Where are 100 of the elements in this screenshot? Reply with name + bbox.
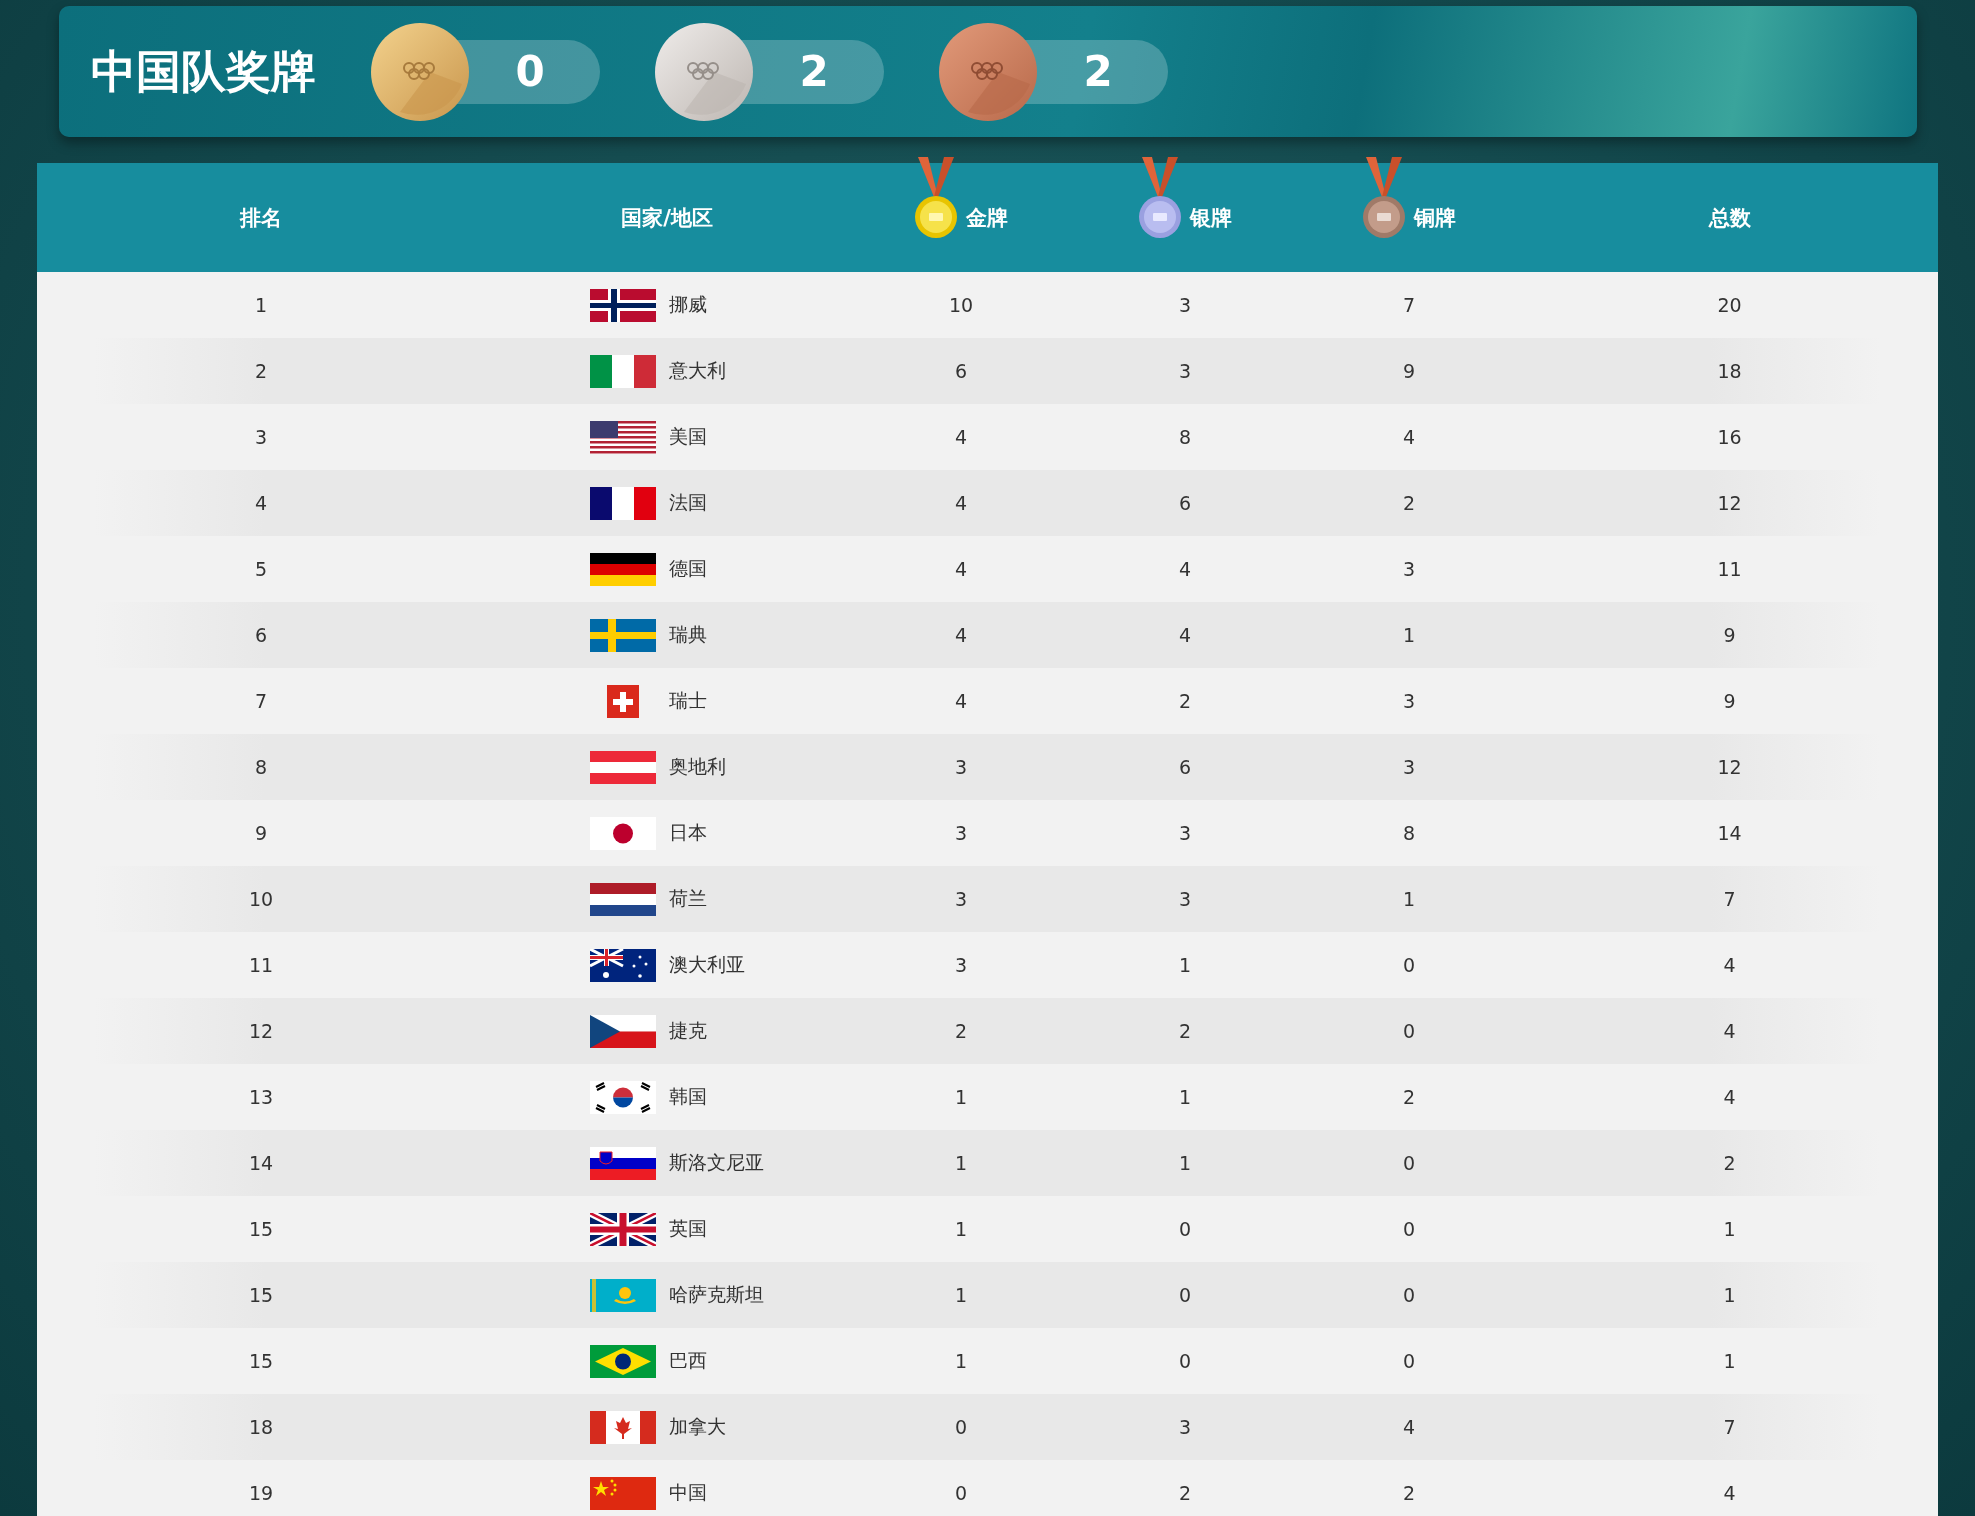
medal-count-cell-text: 4 [953, 426, 969, 448]
medal-icon [654, 21, 754, 122]
medal-icon [1138, 156, 1182, 239]
country-name: 法国 [669, 490, 707, 515]
total-cell-text: 1 [1722, 1284, 1737, 1306]
rank-cell-text: 7 [253, 690, 269, 712]
medal-count-cell-text: 3 [1177, 360, 1193, 382]
country-name: 中国 [669, 1480, 707, 1505]
column-header: 金牌 [966, 204, 1008, 232]
rank-cell-text: 1 [253, 294, 269, 316]
country-name: 挪威 [669, 292, 707, 317]
medal-count-cell-text: 3 [953, 888, 969, 910]
flag-icon [590, 1344, 656, 1378]
medal-count-cell-text: 0 [1401, 1152, 1417, 1174]
medal-count-cell-text: 1 [953, 1218, 969, 1240]
medal-count-cell-text: 1 [953, 1086, 969, 1108]
total-cell-text: 20 [1716, 294, 1743, 316]
medal-icon [1362, 156, 1406, 239]
medal-count-cell-text: 1 [1177, 1086, 1193, 1108]
total-cell-text: 9 [1722, 624, 1737, 646]
medal-count-cell-text: 4 [953, 624, 969, 646]
total-cell-text: 2 [1722, 1152, 1737, 1174]
country-name: 加拿大 [669, 1414, 726, 1439]
medal-count-cell-text: 0 [953, 1416, 969, 1438]
flag-icon [590, 354, 656, 388]
flag-icon [590, 1146, 656, 1180]
rank-cell-text: 6 [253, 624, 269, 646]
total-cell-text: 7 [1722, 1416, 1737, 1438]
country-name: 英国 [669, 1216, 707, 1241]
total-cell-text: 9 [1722, 690, 1737, 712]
medal-count-cell-text: 0 [1401, 1020, 1417, 1042]
total-cell-text: 11 [1716, 558, 1743, 580]
medal-count-cell-text: 3 [1401, 756, 1417, 778]
medal-count-cell-text: 4 [953, 558, 969, 580]
total-cell-text: 4 [1722, 954, 1737, 976]
medal-count-cell-text: 3 [1177, 888, 1193, 910]
flag-icon [590, 288, 656, 322]
rank-cell-text: 14 [247, 1152, 275, 1174]
flag-icon [590, 552, 656, 586]
country-name: 德国 [669, 556, 707, 581]
medal-count-cell-text: 0 [1177, 1350, 1193, 1372]
medal-count-cell-text: 2 [1177, 690, 1193, 712]
flag-icon [590, 618, 656, 652]
rank-cell-text: 12 [247, 1020, 275, 1042]
medal-count-cell-text: 3 [1177, 294, 1193, 316]
rank-cell-text: 11 [247, 954, 275, 976]
flag-icon [590, 1476, 656, 1510]
medal-count-cell-text: 1 [953, 1152, 969, 1174]
medal-count-cell-text: 2 [1177, 1482, 1193, 1504]
medal-count-cell-text: 4 [953, 690, 969, 712]
flag-icon [590, 948, 656, 982]
flag-icon [590, 1212, 656, 1246]
country-name: 斯洛文尼亚 [669, 1150, 764, 1175]
country-name: 瑞士 [669, 688, 707, 713]
medal-count-cell-text: 0 [1401, 1284, 1417, 1306]
total-cell-text: 4 [1722, 1482, 1737, 1504]
flag-icon [590, 750, 656, 784]
medal-count-cell-text: 3 [1177, 822, 1193, 844]
medal-count-cell-text: 6 [1177, 492, 1193, 514]
medal-count-cell-text: 4 [1401, 1416, 1417, 1438]
rank-cell-text: 9 [253, 822, 269, 844]
medal-count-cell-text: 3 [953, 822, 969, 844]
medal-count-cell-text: 6 [1177, 756, 1193, 778]
flag-icon [590, 1410, 656, 1444]
total-cell-text: 18 [1716, 360, 1743, 382]
medal-count-cell-text: 2 [1401, 1482, 1417, 1504]
medal-count-cell-text: 0 [1401, 1350, 1417, 1372]
country-name: 巴西 [669, 1348, 707, 1373]
medal-count-cell-text: 2 [1177, 1020, 1193, 1042]
country-name: 哈萨克斯坦 [669, 1282, 764, 1307]
flag-icon [590, 882, 656, 916]
country-name: 捷克 [669, 1018, 707, 1043]
medal-count-cell-text: 2 [1401, 492, 1417, 514]
medal-count-cell-text: 1 [1177, 1152, 1193, 1174]
medal-icon [914, 156, 958, 239]
rank-cell-text: 8 [253, 756, 269, 778]
country-name: 瑞典 [669, 622, 707, 647]
medal-count-cell-text: 3 [953, 756, 969, 778]
medal-count-cell-text: 8 [1401, 822, 1417, 844]
medal-count-cell-text: 10 [947, 294, 975, 316]
flag-icon [590, 1080, 656, 1114]
country-name: 美国 [669, 424, 707, 449]
country-name: 意大利 [669, 358, 726, 383]
rank-cell-text: 4 [253, 492, 269, 514]
total-cell-text: 14 [1716, 822, 1743, 844]
banner-title: 中国队奖牌 [91, 43, 316, 100]
medal-count-cell-text: 3 [1177, 1416, 1193, 1438]
medal-count-cell-text: 4 [1177, 624, 1193, 646]
flag-icon [590, 420, 656, 454]
rank-cell-text: 2 [253, 360, 269, 382]
rank-cell-text: 3 [253, 426, 269, 448]
rank-cell-text: 15 [247, 1350, 275, 1372]
medal-count-cell-text: 0 [1177, 1218, 1193, 1240]
rank-cell-text: 15 [247, 1284, 275, 1306]
medal-count-cell-text: 3 [953, 954, 969, 976]
medal-count-cell-text: 4 [953, 492, 969, 514]
medal-count-cell-text: 3 [1401, 690, 1417, 712]
rank-cell-text: 18 [247, 1416, 275, 1438]
column-header: 银牌 [1190, 204, 1232, 232]
column-header: 总数 [1708, 204, 1751, 232]
